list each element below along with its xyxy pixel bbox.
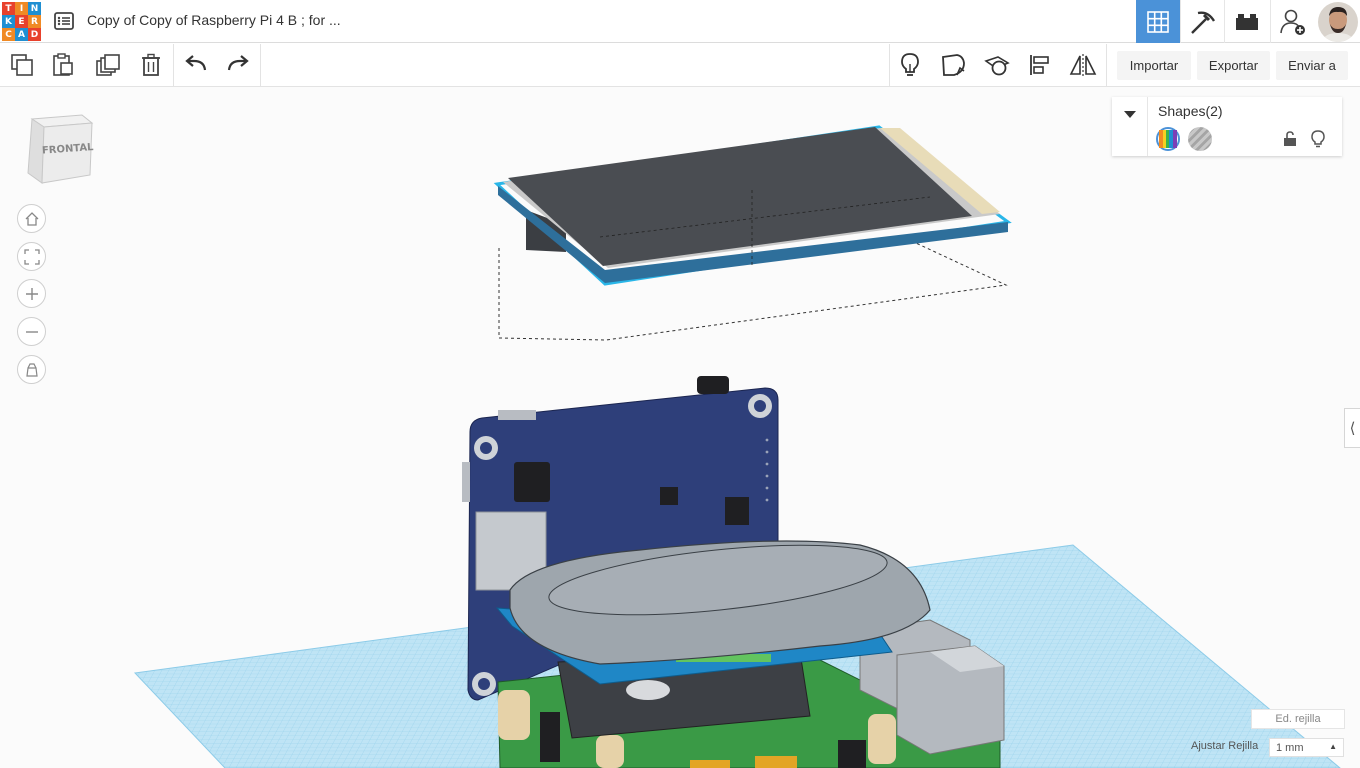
visibility-button[interactable] <box>1306 127 1330 151</box>
note-icon <box>942 54 965 76</box>
toolbar-divider <box>173 44 174 86</box>
shapes-inspector: Shapes(2) <box>1112 97 1342 156</box>
logo-letter: A <box>15 28 28 41</box>
snap-grid-label: Ajustar Rejilla <box>1191 740 1259 752</box>
perspective-icon <box>25 362 38 377</box>
fit-view-icon <box>23 248 40 265</box>
undo-button[interactable] <box>175 44 217 86</box>
standoff <box>868 714 896 764</box>
zoom-out-button[interactable] <box>17 317 46 346</box>
chevron-left-icon: ⟨ <box>1349 419 1356 437</box>
send-to-button[interactable]: Enviar a <box>1276 51 1348 80</box>
design-title[interactable]: Copy of Copy of Raspberry Pi 4 B ; for .… <box>87 12 341 28</box>
lightbulb-icon <box>901 53 919 76</box>
chip <box>660 487 678 505</box>
workplane-icon <box>984 56 1010 76</box>
snap-grid-value: 1 mm <box>1276 741 1304 754</box>
view-bricks-button[interactable] <box>1224 0 1268 43</box>
selected-display-shape[interactable] <box>493 125 1012 341</box>
toolbar-divider <box>1106 44 1107 86</box>
invite-user-button[interactable] <box>1270 0 1314 43</box>
pickaxe-icon <box>1190 10 1215 34</box>
duplicate-button[interactable] <box>87 44 129 86</box>
top-bar: T I N K E R C A D Copy of Copy of Raspbe… <box>0 0 1360 43</box>
view-codeblocks-button[interactable] <box>1180 0 1224 43</box>
standoff <box>596 735 624 768</box>
paste-icon <box>53 53 73 76</box>
duplicate-icon <box>96 54 120 76</box>
copy-icon <box>11 54 33 76</box>
redo-button[interactable] <box>217 44 259 86</box>
chevron-up-icon: ▲ <box>1329 742 1337 751</box>
hole-button[interactable] <box>1188 127 1212 151</box>
align-icon <box>1030 55 1049 75</box>
unlock-icon <box>1284 131 1296 146</box>
grid-icon <box>1147 10 1169 33</box>
logo-letter: E <box>15 15 28 28</box>
solid-color-icon <box>1159 130 1177 148</box>
zoom-in-icon <box>25 287 38 300</box>
snap-grid-select[interactable]: 1 mm ▲ <box>1269 738 1344 757</box>
lock-button[interactable] <box>1278 127 1302 151</box>
toolbar-divider <box>260 44 261 86</box>
logo-letter: T <box>2 2 15 15</box>
show-all-button[interactable] <box>889 44 931 86</box>
tinkercad-logo[interactable]: T I N K E R C A D <box>2 2 41 41</box>
standoff <box>498 690 530 740</box>
copy-button[interactable] <box>1 44 43 86</box>
mirror-button[interactable] <box>1062 44 1104 86</box>
inspector-title: Shapes(2) <box>1158 103 1223 119</box>
zoom-out-icon <box>25 330 38 333</box>
trash-icon <box>142 53 160 76</box>
logo-letter: R <box>28 15 41 28</box>
home-view-button[interactable] <box>17 204 46 233</box>
export-button[interactable]: Exportar <box>1197 51 1270 80</box>
add-user-icon <box>1279 9 1305 35</box>
redo-icon <box>227 55 249 71</box>
chevron-down-icon <box>1123 111 1136 118</box>
design-list-button[interactable] <box>52 10 76 32</box>
view-cube[interactable]: FRONTAL <box>24 111 96 185</box>
inspector-collapse-button[interactable] <box>1112 97 1148 156</box>
align-button[interactable] <box>1019 44 1061 86</box>
notes-button[interactable] <box>932 44 974 86</box>
fit-view-button[interactable] <box>17 242 46 271</box>
logo-letter: I <box>15 2 28 15</box>
workplane-button[interactable] <box>976 44 1018 86</box>
logo-letter: D <box>28 28 41 41</box>
import-button[interactable]: Importar <box>1117 51 1191 80</box>
side-panel-toggle[interactable]: ⟨ <box>1344 408 1360 448</box>
logo-letter: C <box>2 28 15 41</box>
design-list-icon <box>54 12 74 30</box>
avatar-image <box>1318 2 1358 42</box>
bricks-icon <box>1235 13 1258 30</box>
3d-viewport[interactable]: FRONTAL Shapes(2) ⟨ Ed. rejilla Ajustar … <box>0 87 1360 768</box>
chip <box>725 497 749 525</box>
lightbulb-icon <box>1311 130 1325 148</box>
edit-grid-button[interactable]: Ed. rejilla <box>1251 709 1345 729</box>
zoom-in-button[interactable] <box>17 279 46 308</box>
logo-letter: N <box>28 2 41 15</box>
paste-button[interactable] <box>42 44 84 86</box>
scene-canvas[interactable] <box>0 87 1360 768</box>
home-icon <box>25 211 38 226</box>
undo-icon <box>185 55 207 71</box>
solid-color-button[interactable] <box>1156 127 1180 151</box>
logo-letter: K <box>2 15 15 28</box>
mirror-icon <box>1069 54 1097 76</box>
delete-button[interactable] <box>130 44 172 86</box>
audio-jack <box>697 376 729 394</box>
perspective-button[interactable] <box>17 355 46 384</box>
user-avatar[interactable] <box>1318 2 1358 42</box>
chip <box>514 462 550 502</box>
view-3d-design-button[interactable] <box>1136 0 1180 43</box>
board-connector <box>498 410 536 420</box>
edit-toolbar: Importar Exportar Enviar a <box>0 44 1360 87</box>
